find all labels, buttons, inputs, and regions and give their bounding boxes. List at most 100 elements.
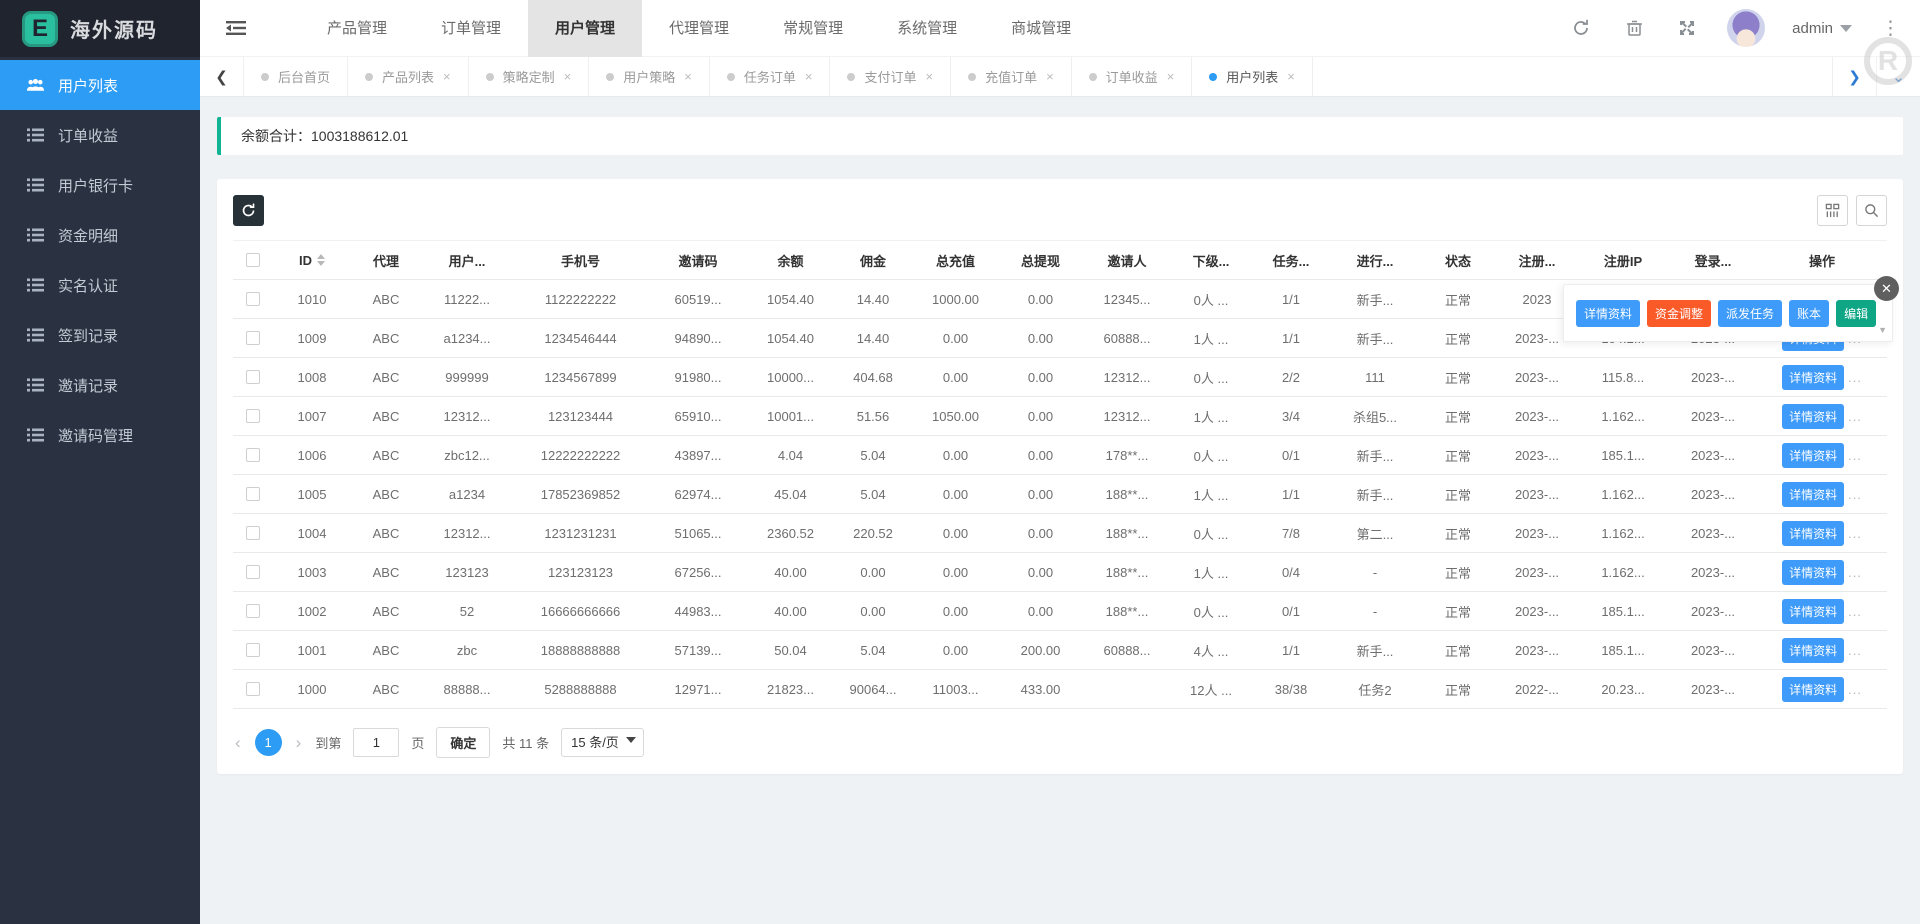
row-checkbox[interactable] [246,643,260,657]
user-avatar[interactable] [1727,9,1765,47]
popup-action-button[interactable]: 资金调整 [1647,300,1711,327]
top-menu-item[interactable]: 系统管理 [870,0,984,57]
page-input[interactable] [353,728,399,757]
top-menu-item[interactable]: 商城管理 [984,0,1098,57]
page-size-select[interactable]: 15 条/页 [561,728,644,757]
top-menu-item[interactable]: 订单管理 [414,0,528,57]
table-cell: 0.00 [998,397,1083,436]
row-more-icon[interactable]: ... [1848,448,1862,463]
sidebar-item[interactable]: 资金明细 [0,210,200,260]
table-cell: 1054.40 [748,280,833,319]
row-checkbox[interactable] [246,565,260,579]
refresh-icon[interactable] [1568,15,1594,41]
sidebar-item[interactable]: 签到记录 [0,310,200,360]
top-menu-item[interactable]: 代理管理 [642,0,756,57]
fullscreen-icon[interactable] [1674,15,1700,41]
table-cell: ABC [351,358,421,397]
tab[interactable]: 策略定制× [469,57,590,96]
main-content: 余额合计： 1003188612.01 ID代理用户...手机号邀请码余额佣金总… [200,97,1920,924]
select-all-checkbox[interactable] [246,253,260,267]
popup-action-button[interactable]: 编辑 [1836,300,1876,327]
sidebar-item[interactable]: 邀请记录 [0,360,200,410]
columns-toggle-button[interactable] [1817,195,1848,226]
tab[interactable]: 用户策略× [589,57,710,96]
popup-action-button[interactable]: 详情资料 [1576,300,1640,327]
top-menu-item[interactable]: 常规管理 [756,0,870,57]
tab[interactable]: 充值订单× [951,57,1072,96]
tab-close-icon[interactable]: × [564,69,572,84]
prev-page-icon[interactable]: ‹ [233,733,243,753]
table-search-button[interactable] [1856,195,1887,226]
sidebar-item[interactable]: 订单收益 [0,110,200,160]
tab-close-icon[interactable]: × [443,69,451,84]
row-checkbox[interactable] [246,682,260,696]
detail-button[interactable]: 详情资料 [1782,638,1844,663]
row-more-icon[interactable]: ... [1848,526,1862,541]
tab-close-icon[interactable]: × [925,69,933,84]
table-row: 1006ABCzbc12...1222222222243897...4.045.… [233,436,1887,475]
popup-action-button[interactable]: 派发任务 [1718,300,1782,327]
table-refresh-button[interactable] [233,195,264,226]
row-more-icon[interactable]: ... [1848,409,1862,424]
popup-close-icon[interactable]: ✕ [1874,276,1899,301]
popup-action-button[interactable]: 账本 [1789,300,1829,327]
row-more-icon[interactable]: ... [1848,604,1862,619]
trash-icon[interactable] [1621,15,1647,41]
top-menu-item[interactable]: 用户管理 [528,0,642,57]
tab-close-icon[interactable]: × [684,69,692,84]
tab[interactable]: 产品列表× [348,57,469,96]
table-cell: 0.00 [998,514,1083,553]
row-checkbox[interactable] [246,448,260,462]
tab[interactable]: 后台首页 [244,57,348,96]
sidebar-item[interactable]: 邀请码管理 [0,410,200,460]
top-menu-item[interactable]: 产品管理 [300,0,414,57]
tab-close-icon[interactable]: × [1046,69,1054,84]
popup-caret-icon[interactable]: ▼ [1878,325,1887,335]
more-options-icon[interactable]: ⋮ [1879,19,1902,38]
column-header[interactable]: ID [273,241,351,280]
row-more-icon[interactable]: ... [1848,565,1862,580]
column-header: 注册IP [1577,241,1669,280]
tab[interactable]: 任务订单× [710,57,831,96]
detail-button[interactable]: 详情资料 [1782,365,1844,390]
row-more-icon[interactable]: ... [1848,682,1862,697]
sort-icon[interactable] [317,254,325,266]
row-more-icon[interactable]: ... [1848,643,1862,658]
topnav-right: admin ⋮ R [1568,9,1920,47]
row-checkbox[interactable] [246,331,260,345]
next-page-icon[interactable]: › [294,733,304,753]
tab-close-icon[interactable]: × [1287,69,1295,84]
tab-close-icon[interactable]: × [805,69,813,84]
row-checkbox[interactable] [246,487,260,501]
detail-button[interactable]: 详情资料 [1782,443,1844,468]
sidebar-item[interactable]: 用户银行卡 [0,160,200,210]
detail-button[interactable]: 详情资料 [1782,404,1844,429]
tab[interactable]: 订单收益× [1072,57,1193,96]
sidebar-item[interactable]: 用户列表 [0,60,200,110]
row-more-icon[interactable]: ... [1848,370,1862,385]
tab[interactable]: 支付订单× [830,57,951,96]
table-cell: ABC [351,631,421,670]
tab-close-icon[interactable]: × [1167,69,1175,84]
sidebar-item[interactable]: 实名认证 [0,260,200,310]
confirm-page-button[interactable]: 确定 [436,727,490,758]
page-number-button[interactable]: 1 [255,729,282,756]
detail-button[interactable]: 详情资料 [1782,521,1844,546]
detail-button[interactable]: 详情资料 [1782,677,1844,702]
row-checkbox[interactable] [246,370,260,384]
table-cell [1083,670,1171,709]
row-checkbox[interactable] [246,409,260,423]
detail-button[interactable]: 详情资料 [1782,560,1844,585]
tabs-scroll-left-icon[interactable]: ❮ [200,57,244,96]
detail-button[interactable]: 详情资料 [1782,482,1844,507]
detail-button[interactable]: 详情资料 [1782,599,1844,624]
row-checkbox[interactable] [246,292,260,306]
row-checkbox[interactable] [246,526,260,540]
tab[interactable]: 用户列表× [1192,57,1313,96]
row-actions-cell: 详情资料... [1757,631,1887,670]
sidebar-toggle-icon[interactable] [200,0,272,57]
row-more-icon[interactable]: ... [1848,487,1862,502]
tab-dot-icon [1089,73,1097,81]
row-checkbox[interactable] [246,604,260,618]
user-menu[interactable]: admin [1792,20,1852,37]
